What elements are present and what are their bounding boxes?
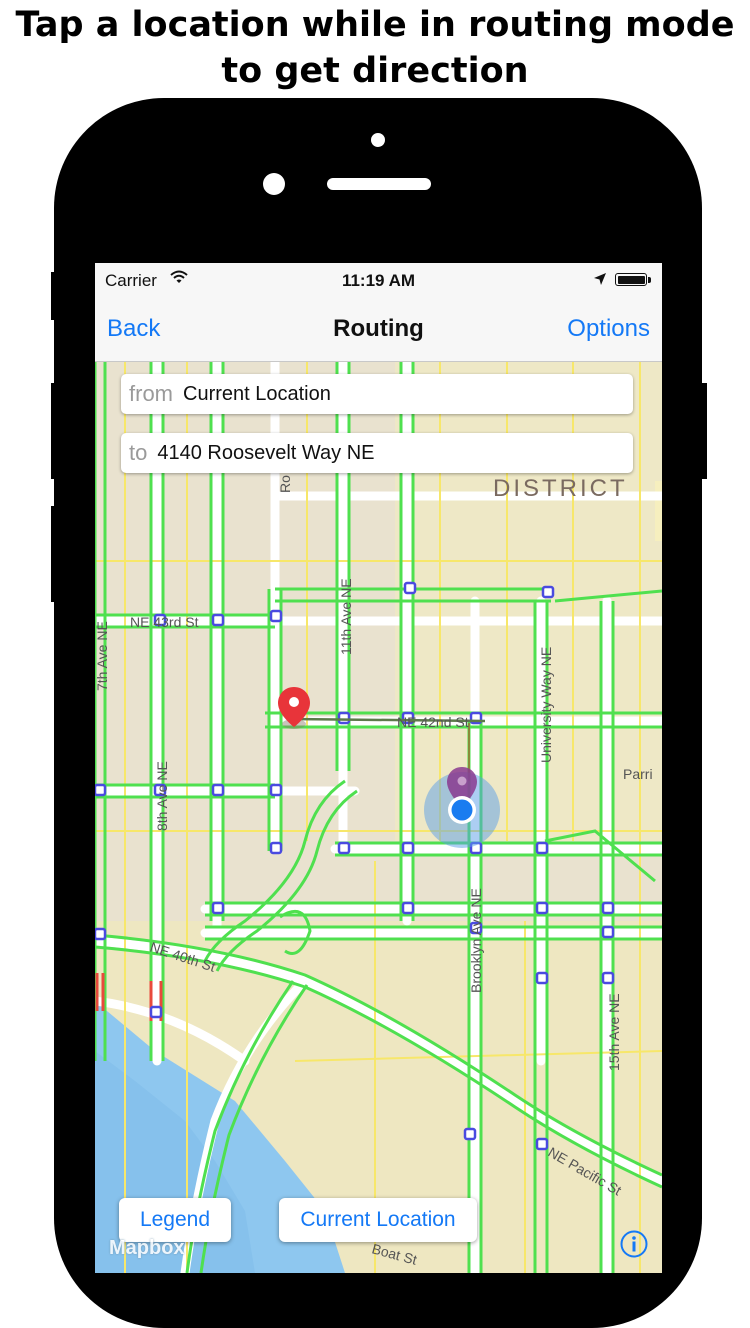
destination-pin-dot <box>457 776 467 786</box>
university-way-label: University Way NE <box>538 647 554 763</box>
info-icon[interactable] <box>619 1229 649 1259</box>
headline: Tap a location while in routing mode to … <box>0 0 750 94</box>
ave-7th-label: 7th Ave NE <box>95 621 110 691</box>
mute-switch <box>51 272 57 320</box>
ave-8th-label: 8th Ave NE <box>154 761 170 831</box>
options-button[interactable]: Options <box>567 315 650 343</box>
status-bar: Carrier 11:19 AM <box>95 263 662 295</box>
mapbox-attribution: Mapbox <box>109 1237 185 1259</box>
proximity-sensor <box>263 173 285 195</box>
park-label: Parri <box>623 766 653 782</box>
volume-up-button <box>51 383 57 479</box>
headline-line-1: Tap a location while in routing mode <box>15 5 735 45</box>
from-value: Current Location <box>183 382 331 405</box>
earpiece-speaker <box>327 178 431 190</box>
battery-cap <box>648 277 651 283</box>
from-label: from <box>129 381 173 406</box>
location-arrow-icon <box>593 271 607 291</box>
ave-11th-label: 11th Ave NE <box>338 578 354 655</box>
to-field[interactable]: to 4140 Roosevelt Way NE <box>121 433 633 473</box>
front-camera <box>371 133 385 147</box>
from-field[interactable]: from Current Location <box>121 374 633 414</box>
navigation-bar: Carrier 11:19 AM Back Routing Options <box>95 263 662 362</box>
power-button <box>699 383 707 479</box>
current-location-button[interactable]: Current Location <box>279 1198 477 1242</box>
status-time: 11:19 AM <box>341 271 416 290</box>
district-label: DISTRICT <box>493 475 628 502</box>
app-screen: Carrier 11:19 AM Back Routing Options DI… <box>95 263 662 1273</box>
to-label: to <box>129 440 148 465</box>
volume-down-button <box>51 506 57 602</box>
ne-42nd-label: NE 42nd St <box>397 714 469 730</box>
user-location-icon <box>451 799 473 821</box>
headline-line-2: to get direction <box>221 51 529 91</box>
to-value: 4140 Roosevelt Way NE <box>157 441 375 464</box>
brooklyn-label: Brooklyn Ave NE <box>468 888 484 993</box>
ne-43rd-label: NE 43rd St <box>130 614 199 630</box>
roosevelt-partial-label: Ro <box>277 475 293 493</box>
map-view[interactable]: DISTRICT NE 43rd St NE 42nd St NE 40th S… <box>95 361 662 1273</box>
legend-button[interactable]: Legend <box>119 1198 231 1242</box>
ave-15th-label: 15th Ave NE <box>606 993 622 1071</box>
battery-icon <box>615 273 647 286</box>
